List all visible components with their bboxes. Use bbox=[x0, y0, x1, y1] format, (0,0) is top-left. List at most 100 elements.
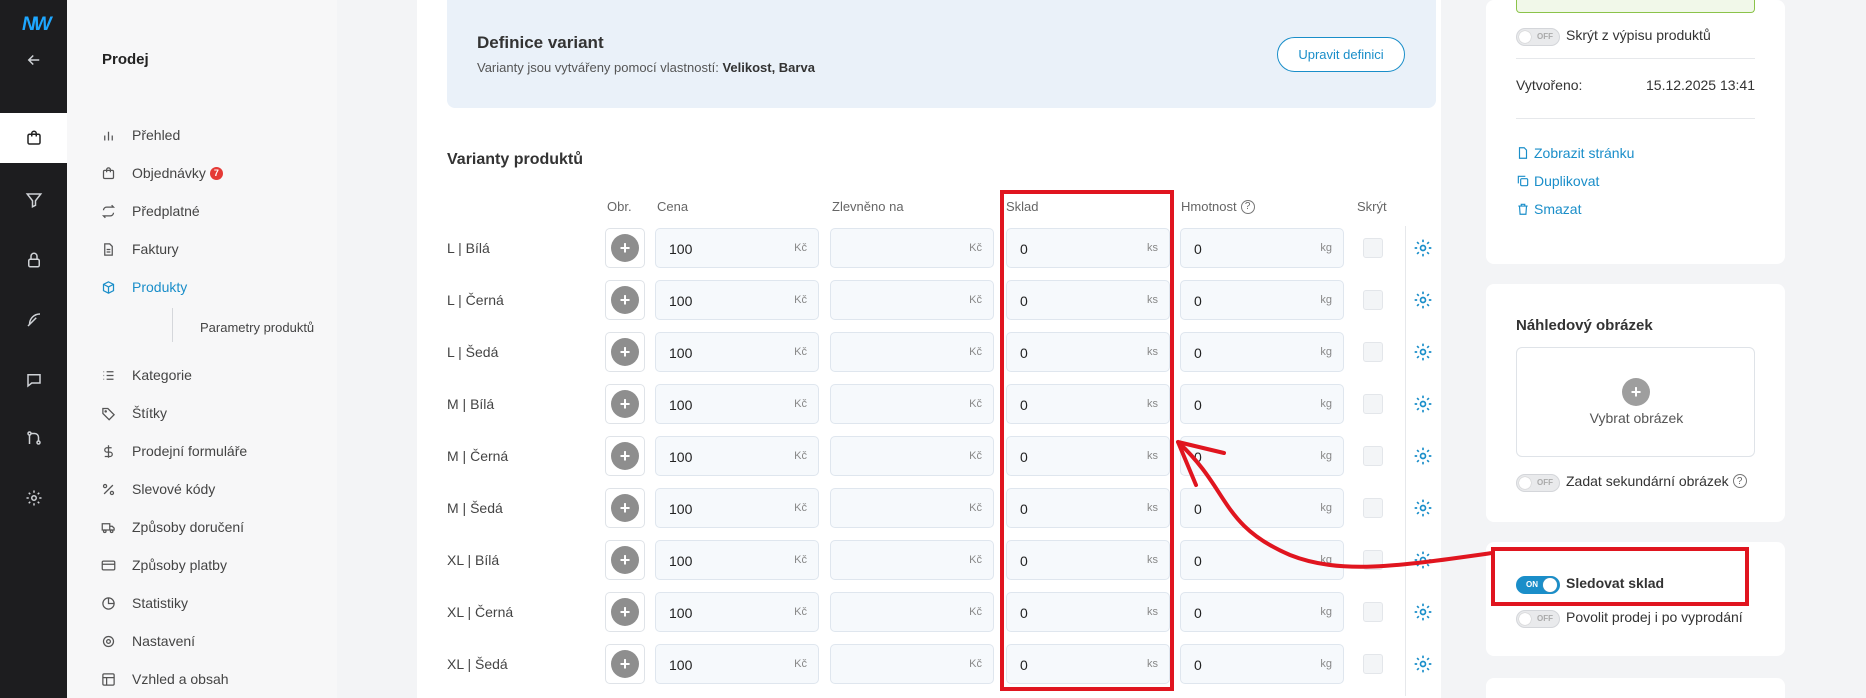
discount-unit: Kč bbox=[969, 658, 982, 670]
column-header-weight: Hmotnost ? bbox=[1181, 199, 1255, 214]
funnel-icon[interactable] bbox=[0, 175, 67, 225]
weight-input[interactable]: 0 kg bbox=[1180, 644, 1344, 684]
sidebar-item-objednavky[interactable]: Objednávky 7 bbox=[100, 162, 223, 184]
column-header-price: Cena bbox=[657, 199, 689, 214]
weight-input[interactable]: 0 kg bbox=[1180, 592, 1344, 632]
price-input[interactable]: 100 Kč bbox=[655, 488, 819, 528]
help-icon[interactable]: ? bbox=[1240, 199, 1255, 214]
weight-value: 0 bbox=[1194, 501, 1202, 517]
toggle-state: OFF bbox=[1537, 32, 1553, 41]
variant-label: L | Černá bbox=[447, 292, 504, 308]
duplicate-link[interactable]: Duplikovat bbox=[1516, 173, 1599, 189]
variant-image-button[interactable]: + bbox=[605, 228, 645, 268]
preview-image-title: Náhledový obrázek bbox=[1516, 317, 1653, 334]
discount-price-input[interactable]: Kč bbox=[830, 228, 994, 268]
discount-price-input[interactable]: Kč bbox=[830, 280, 994, 320]
plus-icon: + bbox=[611, 234, 639, 262]
variant-settings-gear-icon[interactable] bbox=[1413, 446, 1433, 466]
weight-value: 0 bbox=[1194, 241, 1202, 257]
variant-settings-gear-icon[interactable] bbox=[1413, 342, 1433, 362]
weight-value: 0 bbox=[1194, 449, 1202, 465]
weight-input[interactable]: 0 kg bbox=[1180, 488, 1344, 528]
variant-image-button[interactable]: + bbox=[605, 488, 645, 528]
hide-from-listing-toggle[interactable]: OFF bbox=[1516, 28, 1560, 46]
variant-image-button[interactable]: + bbox=[605, 280, 645, 320]
weight-header-label: Hmotnost bbox=[1181, 199, 1237, 214]
discount-price-input[interactable]: Kč bbox=[830, 592, 994, 632]
weight-input[interactable]: 0 kg bbox=[1180, 332, 1344, 372]
price-input[interactable]: 100 Kč bbox=[655, 644, 819, 684]
price-input[interactable]: 100 Kč bbox=[655, 540, 819, 580]
secondary-image-label: Zadat sekundární obrázek ? bbox=[1566, 473, 1747, 489]
variant-image-button[interactable]: + bbox=[605, 384, 645, 424]
choose-image-dropzone[interactable]: + Vybrat obrázek bbox=[1516, 347, 1755, 457]
price-unit: Kč bbox=[794, 398, 807, 410]
variant-settings-gear-icon[interactable] bbox=[1413, 238, 1433, 258]
price-value: 100 bbox=[669, 241, 693, 257]
allow-sale-after-soldout-toggle[interactable]: OFF bbox=[1516, 610, 1560, 628]
variant-image-button[interactable]: + bbox=[605, 540, 645, 580]
price-value: 100 bbox=[669, 449, 693, 465]
variant-settings-gear-icon[interactable] bbox=[1413, 654, 1433, 674]
discount-price-input[interactable]: Kč bbox=[830, 384, 994, 424]
secondary-image-toggle[interactable]: OFF bbox=[1516, 474, 1560, 492]
view-page-link[interactable]: Zobrazit stránku bbox=[1516, 145, 1634, 161]
hide-variant-checkbox[interactable] bbox=[1363, 238, 1383, 258]
variant-image-button[interactable]: + bbox=[605, 644, 645, 684]
hide-variant-checkbox[interactable] bbox=[1363, 498, 1383, 518]
hide-variant-checkbox[interactable] bbox=[1363, 342, 1383, 362]
weight-value: 0 bbox=[1194, 397, 1202, 413]
delete-link[interactable]: Smazat bbox=[1516, 201, 1581, 217]
weight-input[interactable]: 0 kg bbox=[1180, 540, 1344, 580]
plus-icon: + bbox=[611, 338, 639, 366]
hide-variant-checkbox[interactable] bbox=[1363, 290, 1383, 310]
sidebar-item-label: Objednávky bbox=[132, 165, 206, 181]
price-input[interactable]: 100 Kč bbox=[655, 280, 819, 320]
weight-input[interactable]: 0 kg bbox=[1180, 436, 1344, 476]
definition-properties: Velikost, Barva bbox=[722, 60, 815, 75]
price-value: 100 bbox=[669, 293, 693, 309]
price-input[interactable]: 100 Kč bbox=[655, 592, 819, 632]
variant-settings-gear-icon[interactable] bbox=[1413, 550, 1433, 570]
weight-value: 0 bbox=[1194, 657, 1202, 673]
price-input[interactable]: 100 Kč bbox=[655, 332, 819, 372]
back-arrow-icon[interactable] bbox=[0, 35, 67, 85]
variant-image-button[interactable]: + bbox=[605, 592, 645, 632]
weight-input[interactable]: 0 kg bbox=[1180, 384, 1344, 424]
weight-unit: kg bbox=[1320, 658, 1332, 670]
plus-icon: + bbox=[611, 494, 639, 522]
hide-variant-checkbox[interactable] bbox=[1363, 446, 1383, 466]
shopping-bag-icon[interactable] bbox=[0, 113, 67, 163]
help-icon[interactable]: ? bbox=[1732, 474, 1747, 488]
hide-variant-checkbox[interactable] bbox=[1363, 394, 1383, 414]
sidebar-item-prehled[interactable]: Přehled bbox=[100, 124, 180, 146]
toggle-state: OFF bbox=[1537, 614, 1553, 623]
variant-settings-gear-icon[interactable] bbox=[1413, 602, 1433, 622]
app-logo[interactable]: NW bbox=[22, 14, 52, 36]
hide-variant-checkbox[interactable] bbox=[1363, 654, 1383, 674]
price-unit: Kč bbox=[794, 606, 807, 618]
edit-definition-button[interactable]: Upravit definici bbox=[1277, 37, 1405, 72]
variant-settings-gear-icon[interactable] bbox=[1413, 394, 1433, 414]
discount-price-input[interactable]: Kč bbox=[830, 540, 994, 580]
variant-settings-gear-icon[interactable] bbox=[1413, 290, 1433, 310]
weight-value: 0 bbox=[1194, 293, 1202, 309]
price-value: 100 bbox=[669, 397, 693, 413]
price-input[interactable]: 100 Kč bbox=[655, 228, 819, 268]
weight-input[interactable]: 0 kg bbox=[1180, 228, 1344, 268]
weight-unit: kg bbox=[1320, 554, 1332, 566]
hide-variant-checkbox[interactable] bbox=[1363, 602, 1383, 622]
sidebar-item-predplatne[interactable]: Předplatné bbox=[100, 200, 200, 222]
discount-price-input[interactable]: Kč bbox=[830, 332, 994, 372]
hide-from-listing-label: Skrýt z výpisu produktů bbox=[1566, 27, 1711, 43]
hide-variant-checkbox[interactable] bbox=[1363, 550, 1383, 570]
weight-input[interactable]: 0 kg bbox=[1180, 280, 1344, 320]
variant-image-button[interactable]: + bbox=[605, 332, 645, 372]
discount-price-input[interactable]: Kč bbox=[830, 644, 994, 684]
discount-price-input[interactable]: Kč bbox=[830, 436, 994, 476]
price-input[interactable]: 100 Kč bbox=[655, 436, 819, 476]
discount-price-input[interactable]: Kč bbox=[830, 488, 994, 528]
variant-settings-gear-icon[interactable] bbox=[1413, 498, 1433, 518]
variant-image-button[interactable]: + bbox=[605, 436, 645, 476]
price-input[interactable]: 100 Kč bbox=[655, 384, 819, 424]
